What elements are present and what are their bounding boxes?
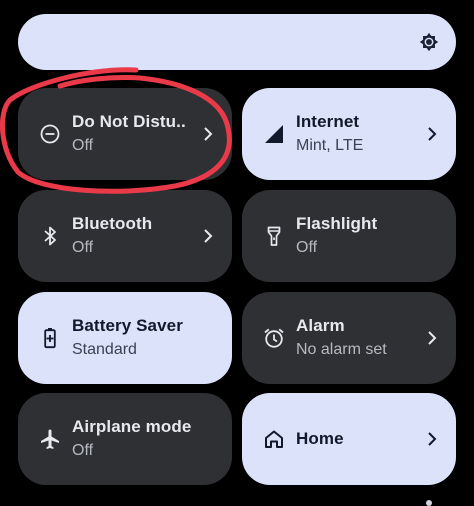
tile-battery-saver[interactable]: Battery Saver Standard bbox=[18, 292, 232, 384]
tile-airplane-mode[interactable]: Airplane mode Off bbox=[18, 393, 232, 485]
tile-status: Mint, LTE bbox=[296, 137, 364, 154]
tile-status: Standard bbox=[72, 341, 137, 358]
tile-status: No alarm set bbox=[296, 341, 387, 358]
tile-status: Off bbox=[296, 239, 318, 256]
tile-internet[interactable]: Internet Mint, LTE bbox=[242, 88, 456, 180]
do-not-disturb-icon bbox=[40, 124, 60, 144]
chevron-right-icon[interactable] bbox=[198, 124, 218, 144]
chevron-right-icon[interactable] bbox=[422, 429, 442, 449]
airplane-icon bbox=[41, 429, 59, 449]
tile-bluetooth[interactable]: Bluetooth Off bbox=[18, 190, 232, 282]
quick-settings-panel: Do Not Distu.. Off Internet Mint, LTE Bl… bbox=[0, 0, 474, 506]
tile-flashlight[interactable]: Flashlight Off bbox=[242, 190, 456, 282]
chevron-right-icon[interactable] bbox=[422, 124, 442, 144]
tile-label: Airplane mode bbox=[72, 417, 192, 436]
chevron-right-icon[interactable] bbox=[422, 328, 442, 348]
brightness-slider[interactable] bbox=[18, 14, 456, 70]
page-indicator-dot bbox=[426, 500, 432, 506]
tile-label: Home bbox=[296, 429, 344, 448]
battery-saver-icon bbox=[44, 328, 56, 349]
brightness-icon bbox=[419, 32, 439, 52]
tile-status: Off bbox=[72, 239, 94, 256]
tile-alarm[interactable]: Alarm No alarm set bbox=[242, 292, 456, 384]
tile-label: Battery Saver bbox=[72, 316, 183, 335]
home-icon bbox=[265, 430, 283, 448]
chevron-right-icon[interactable] bbox=[198, 226, 218, 246]
tile-do-not-disturb[interactable]: Do Not Distu.. Off bbox=[18, 88, 232, 180]
tile-status: Off bbox=[72, 442, 94, 459]
tile-label: Bluetooth bbox=[72, 214, 153, 233]
cellular-signal-icon bbox=[265, 125, 283, 143]
tile-home[interactable]: Home bbox=[242, 393, 456, 485]
tile-label: Internet bbox=[296, 112, 360, 131]
bluetooth-icon bbox=[44, 226, 56, 246]
tile-status: Off bbox=[72, 137, 94, 154]
flashlight-icon bbox=[267, 226, 281, 246]
tile-label: Flashlight bbox=[296, 214, 378, 233]
tile-label: Alarm bbox=[296, 316, 345, 335]
alarm-icon bbox=[264, 328, 284, 348]
tile-label: Do Not Distu.. bbox=[72, 112, 186, 131]
